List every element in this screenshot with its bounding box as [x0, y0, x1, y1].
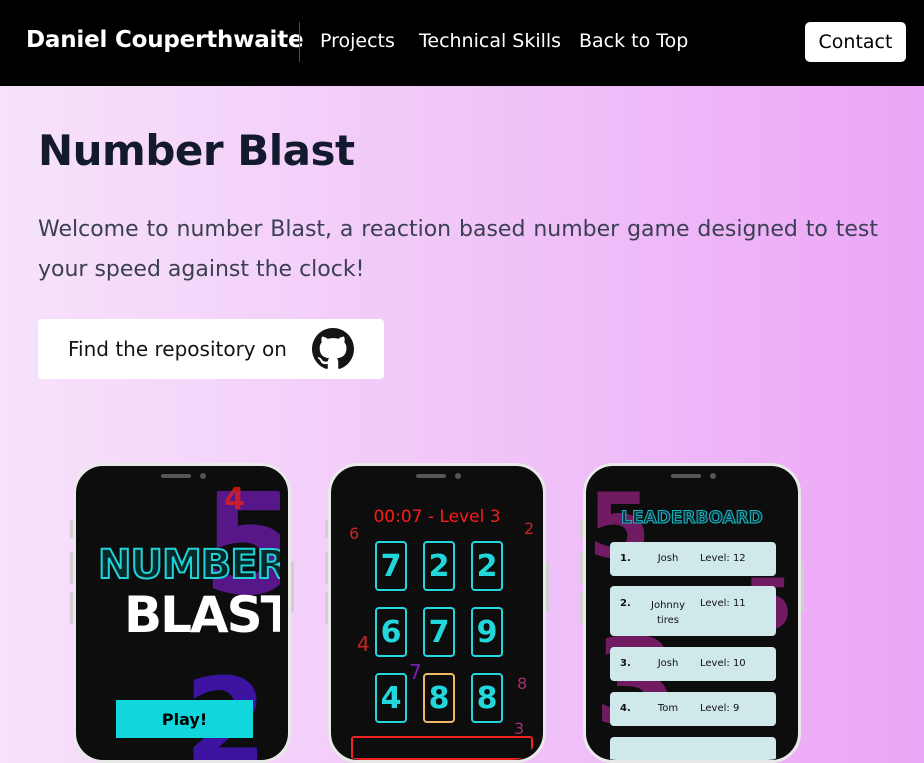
phone-notch	[382, 466, 492, 488]
row-rank: 1.	[620, 553, 631, 564]
leaderboard-row: 3. Josh Level: 10	[610, 647, 776, 681]
row-rank: 4.	[620, 703, 631, 714]
row-level: Level: 11	[700, 598, 746, 609]
phone-side-button	[801, 562, 804, 612]
phone-mockup-game: 6 2 4 7 8 3 00:07 - Level 3 7 2 2 6 7 9 …	[328, 463, 546, 763]
phone-side-button	[325, 552, 328, 584]
contact-button[interactable]: Contact	[805, 22, 906, 62]
phone-side-button	[70, 520, 73, 538]
row-rank: 3.	[620, 658, 631, 669]
game-logo-number: NUMBER	[97, 541, 280, 589]
number-cell-selected[interactable]: 8	[423, 673, 455, 723]
nav-link-projects[interactable]: Projects	[320, 30, 395, 52]
nav-link-technical-skills[interactable]: Technical Skills	[419, 30, 561, 52]
nav-divider	[299, 22, 300, 62]
scatter-number: 7	[409, 660, 422, 684]
leaderboard-row: 2. Johnny tires Level: 11	[610, 586, 776, 636]
number-cell[interactable]: 6	[375, 607, 407, 657]
leaderboard-row	[610, 737, 776, 760]
phone-notch	[127, 466, 237, 488]
number-cell[interactable]: 2	[471, 541, 503, 591]
number-cell[interactable]: 9	[471, 607, 503, 657]
number-cell[interactable]: 8	[471, 673, 503, 723]
row-level: Level: 12	[700, 553, 746, 564]
brand-name[interactable]: Daniel Couperthwaite	[26, 27, 304, 53]
row-name: Tom	[657, 703, 679, 714]
number-cell[interactable]: 7	[375, 541, 407, 591]
phone-mockup-leaderboard: 5 3 5 LEADERBOARD 1. Josh Level: 12 2. J…	[583, 463, 801, 763]
row-level: Level: 10	[700, 658, 746, 669]
phone-side-button	[70, 592, 73, 624]
repository-button[interactable]: Find the repository on	[38, 319, 384, 379]
game-logo-blast: BLAST	[124, 586, 280, 644]
leaderboard-title: LEADERBOARD	[621, 508, 764, 529]
phone-screen: 6 2 4 7 8 3 00:07 - Level 3 7 2 2 6 7 9 …	[339, 474, 535, 760]
play-button[interactable]: Play!	[116, 700, 253, 738]
phone-side-button	[325, 520, 328, 538]
phone-notch	[637, 466, 747, 488]
project-description: Welcome to number Blast, a reaction base…	[38, 217, 878, 282]
phone-side-button	[580, 520, 583, 538]
row-name: Josh	[657, 553, 679, 564]
nav-link-back-to-top[interactable]: Back to Top	[579, 30, 688, 52]
game-timer: 00:07 - Level 3	[373, 507, 501, 527]
answer-box	[351, 736, 533, 760]
phone-side-button	[546, 562, 549, 612]
leaderboard-row: 1. Josh Level: 12	[610, 542, 776, 576]
phone-screen: 5 2 4 NUMBER BLAST Play!	[84, 474, 280, 760]
phone-side-button	[580, 592, 583, 624]
row-rank: 2.	[620, 598, 631, 609]
row-level: Level: 9	[700, 703, 740, 714]
page-title: Number Blast	[38, 126, 355, 175]
row-name: Johnny tires	[651, 600, 685, 626]
leaderboard-row: 4. Tom Level: 9	[610, 692, 776, 726]
scatter-number: 4	[357, 632, 370, 656]
navbar: Daniel Couperthwaite Projects Technical …	[0, 0, 924, 86]
number-cell[interactable]: 7	[423, 607, 455, 657]
repository-button-label: Find the repository on	[68, 337, 287, 361]
scatter-number: 8	[517, 674, 528, 693]
phone-screen: 5 3 5 LEADERBOARD 1. Josh Level: 12 2. J…	[594, 474, 790, 760]
phone-side-button	[325, 592, 328, 624]
github-icon	[312, 328, 354, 369]
phone-side-button	[291, 562, 294, 612]
number-cell[interactable]: 4	[375, 673, 407, 723]
row-name: Josh	[657, 658, 679, 669]
number-cell[interactable]: 2	[423, 541, 455, 591]
phone-side-button	[70, 552, 73, 584]
phone-side-button	[580, 552, 583, 584]
phone-mockup-home: 5 2 4 NUMBER BLAST Play!	[73, 463, 291, 763]
